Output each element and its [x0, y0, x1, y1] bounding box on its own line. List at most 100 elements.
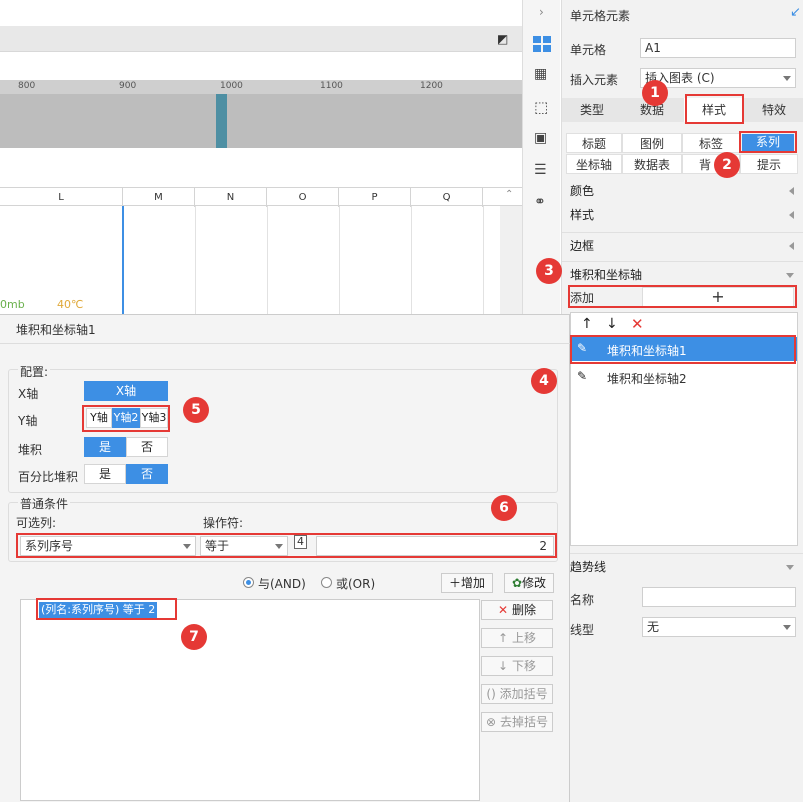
highlight-condition-row — [16, 533, 557, 558]
dialog-title: 堆积和坐标轴1 — [16, 323, 96, 337]
subtab-tooltip[interactable]: 提示 — [740, 154, 798, 174]
subtab-legend[interactable]: 图例 — [622, 133, 682, 153]
ruler-tick: 900 — [119, 81, 137, 91]
arrow-down-icon: ↓ — [498, 659, 509, 673]
ruler-tick: 1200 — [420, 81, 443, 91]
subtab-label[interactable]: 标签 — [682, 133, 740, 153]
parenthesis-icon: () — [486, 687, 496, 701]
toolbar-band: ◩ — [0, 26, 522, 52]
scroll-up-icon[interactable]: ⌃ — [505, 189, 513, 200]
collapse-arrow-icon[interactable]: › — [539, 5, 544, 19]
panel-title: 单元格元素 — [570, 9, 631, 23]
section-trendline[interactable]: 趋势线 — [562, 553, 803, 579]
subtab-title[interactable]: 标题 — [566, 133, 622, 153]
or-label: 或(OR) — [336, 577, 376, 591]
modify-icon: ✿ — [511, 576, 523, 590]
linetype-select[interactable]: 无 — [642, 617, 796, 637]
tab-effect[interactable]: 特效 — [744, 98, 803, 122]
xaxis-button[interactable]: X轴 — [84, 381, 168, 401]
column-header: L M N O P Q ⌃ — [0, 187, 522, 207]
section-border[interactable]: 边框 — [562, 232, 803, 258]
list-item[interactable]: ✎ 堆积和坐标轴2 — [571, 365, 797, 389]
widget-icon[interactable]: ▣ — [534, 130, 547, 146]
arrow-up-icon: ↑ — [498, 631, 509, 645]
filter-icon[interactable]: ◩ — [497, 32, 508, 46]
cell-element-icon[interactable] — [533, 36, 551, 52]
grid-line — [411, 206, 412, 314]
ruler-tick: 1000 — [220, 81, 243, 91]
ruler-tick: 1100 — [320, 81, 343, 91]
grid-line — [483, 206, 484, 314]
tab-bar: 类型 数据 样式 特效 — [562, 98, 803, 122]
column-M[interactable]: M — [123, 188, 195, 207]
divider — [0, 343, 570, 344]
stack-no[interactable]: 否 — [126, 437, 168, 457]
step-badge: 2 — [714, 152, 740, 178]
yaxis-label: Y轴 — [18, 414, 38, 428]
chevron-down-icon — [783, 76, 791, 81]
delete-icon[interactable]: ✕ — [631, 315, 644, 333]
cell-element-panel: 单元格元素 ↙ 单元格 A1 插入元素 插入图表 (C) 类型 数据 样式 特效… — [561, 0, 803, 802]
move-up-button[interactable]: ↑ 上移 — [481, 628, 553, 648]
name-label: 名称 — [570, 593, 595, 607]
section-stack-axis[interactable]: 堆积和坐标轴 — [562, 261, 803, 287]
section-style[interactable]: 样式 — [562, 202, 803, 228]
expand-icon[interactable]: ↙ — [790, 5, 801, 20]
cell-text: 40℃ — [57, 298, 84, 311]
link-icon[interactable]: ⚭ — [534, 194, 546, 210]
add-parenthesis-button[interactable]: () 添加括号 — [481, 684, 553, 704]
column-O[interactable]: O — [267, 188, 339, 207]
highlight-yaxis — [82, 405, 170, 432]
selection-edge — [122, 206, 124, 314]
highlight-list-item — [570, 335, 796, 364]
step-badge: 1 — [642, 80, 668, 106]
step-badge: 6 — [491, 495, 517, 521]
highlight-add-row — [568, 285, 797, 308]
stack-yes[interactable]: 是 — [84, 437, 126, 457]
condition-list: (列名:系列序号) 等于 2 — [20, 599, 480, 801]
ruler-track — [0, 94, 522, 148]
column-P[interactable]: P — [339, 188, 411, 207]
column-Q[interactable]: Q — [411, 188, 483, 207]
operator-label: 操作符: — [203, 516, 244, 530]
list-item-label: 堆积和坐标轴2 — [607, 372, 687, 386]
step-badge: 7 — [181, 624, 207, 650]
v-scrollbar[interactable] — [500, 206, 522, 314]
grid-line — [339, 206, 340, 314]
pct-stack-no[interactable]: 否 — [126, 464, 168, 484]
plus-icon: ＋ — [448, 576, 461, 590]
subtab-axis[interactable]: 坐标轴 — [566, 154, 622, 174]
cell-input[interactable]: A1 — [640, 38, 796, 58]
add-condition-button[interactable]: ＋增加 — [441, 573, 493, 593]
trend-name-input[interactable] — [642, 587, 796, 607]
blank-area — [0, 148, 522, 187]
or-radio[interactable] — [321, 577, 332, 588]
attribute-icon[interactable]: ▦ — [534, 66, 547, 82]
column-L[interactable]: L — [0, 188, 123, 207]
column-N[interactable]: N — [195, 188, 267, 207]
ruler-marker[interactable] — [216, 94, 227, 148]
highlight-condition-item — [36, 598, 177, 620]
grid-line — [195, 206, 196, 314]
move-up-icon[interactable]: ↑ — [581, 316, 593, 332]
step-badge: 4 — [531, 368, 557, 394]
frame-icon[interactable]: ⬚ — [534, 98, 548, 116]
linetype-value: 无 — [647, 620, 660, 634]
pct-stack-yes[interactable]: 是 — [84, 464, 126, 484]
edit-icon: ✎ — [577, 369, 588, 383]
subtab-datatable[interactable]: 数据表 — [622, 154, 682, 174]
section-color[interactable]: 颜色 — [562, 178, 803, 204]
delete-icon: ✕ — [498, 603, 509, 617]
modify-condition-button[interactable]: ✿修改 — [504, 573, 554, 593]
move-down-icon[interactable]: ↓ — [606, 316, 618, 332]
pct-stack-label: 百分比堆积 — [18, 470, 79, 484]
move-down-button[interactable]: ↓ 下移 — [481, 656, 553, 676]
and-radio[interactable] — [243, 577, 254, 588]
remove-parenthesis-button[interactable]: ⊗ 去掉括号 — [481, 712, 553, 732]
condition-legend: 普通条件 — [18, 495, 71, 512]
list-icon[interactable]: ☰ — [534, 162, 547, 178]
delete-condition-button[interactable]: ✕ 删除 — [481, 600, 553, 620]
column-label: 可选列: — [16, 516, 57, 530]
linetype-label: 线型 — [570, 623, 595, 637]
tab-type[interactable]: 类型 — [562, 98, 622, 122]
